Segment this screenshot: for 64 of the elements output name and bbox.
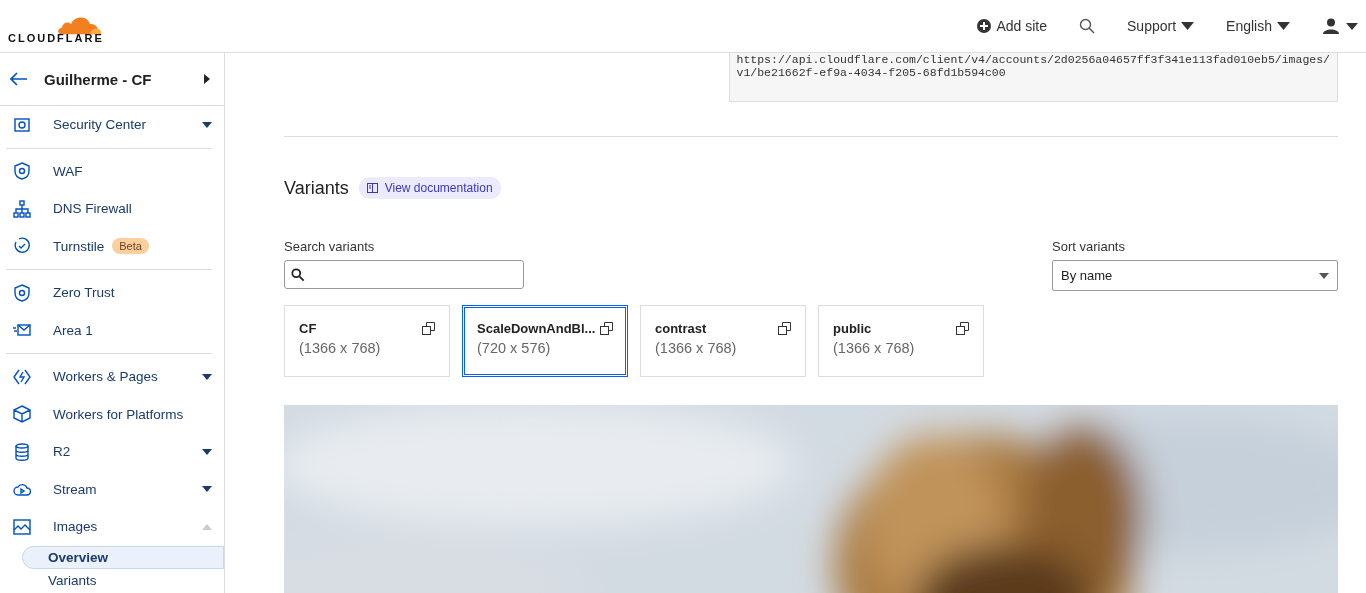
back-arrow-icon[interactable] (10, 72, 28, 86)
variant-card[interactable]: contrast (1366 x 768) (640, 305, 806, 377)
sidebar-item[interactable]: Workers & Pages (6, 358, 212, 396)
sidebar-item[interactable]: Images (6, 508, 212, 546)
caret-icon[interactable] (202, 486, 212, 493)
variant-card[interactable]: ScaleDownAndBl... (720 x 576) (462, 305, 628, 377)
logo-text: CLOUDFLARE (8, 31, 104, 44)
variant-size: (1366 x 768) (655, 340, 738, 356)
caret-icon (1181, 22, 1195, 30)
field-label: Sort variants (1052, 239, 1126, 254)
sidebar-item[interactable]: Stream (6, 470, 212, 508)
caret-icon[interactable] (202, 373, 212, 380)
variant-name: ScaleDownAndBl... (477, 321, 596, 336)
sidebar-item[interactable]: Zero Trust (6, 274, 212, 312)
menu-dropdown[interactable]: English (1226, 18, 1290, 34)
sidebar-item[interactable]: Workers for Platforms (6, 395, 212, 433)
plus-circle-icon (977, 19, 992, 33)
caret-icon[interactable] (202, 448, 212, 455)
add-site-button[interactable]: Add site (977, 18, 1048, 34)
field-label: Search variants (284, 239, 376, 254)
variant-name: contrast (655, 321, 707, 336)
caret-icon (1277, 22, 1290, 30)
account-name[interactable]: Guilherme - CF (44, 70, 188, 88)
copy-icon[interactable] (422, 322, 435, 335)
check-circle-icon (13, 237, 31, 256)
book-icon (366, 183, 378, 193)
variant-size: (720 x 576) (477, 340, 552, 356)
caret-icon[interactable] (202, 121, 212, 128)
bolt-icon (13, 367, 31, 386)
copy-icon[interactable] (600, 322, 613, 335)
image-icon (13, 517, 31, 536)
sort-select[interactable]: By name (1052, 260, 1338, 291)
copy-icon[interactable] (956, 322, 969, 335)
variant-card[interactable]: public (1366 x 768) (818, 305, 984, 377)
database-icon (13, 442, 31, 461)
variant-size: (1366 x 768) (299, 340, 382, 356)
beta-badge: Beta (112, 238, 149, 255)
variant-card[interactable]: CF (1366 x 768) (284, 305, 450, 377)
network-icon (13, 199, 31, 218)
variant-size: (1366 x 768) (833, 340, 916, 356)
sidebar-subitem[interactable]: Variants (22, 568, 224, 592)
cube-icon (13, 405, 31, 424)
section-title: Variants (284, 177, 349, 199)
url-text: https://api.cloudflare.com/client/v4/accounts/2d0256a04657ff3f341e113fad010eb5/images/v1/be21662f-ef9a-4034-f205-68fd1b594c00 (728, 53, 1338, 102)
sidebar-item[interactable]: Area 1 (6, 311, 212, 349)
sidebar-item[interactable]: R2 (6, 433, 212, 471)
view-documentation-link[interactable]: View documentation (358, 177, 501, 199)
caret-icon (1319, 272, 1329, 279)
sidebar-item[interactable]: Turnstile Beta (6, 227, 212, 265)
search-button[interactable] (1079, 18, 1096, 34)
sidebar-item[interactable]: WAF (6, 152, 212, 190)
variant-name: CF (299, 321, 317, 336)
copy-icon[interactable] (778, 322, 791, 335)
caret-icon[interactable] (204, 74, 210, 84)
shield-icon (13, 283, 31, 302)
search-field[interactable] (284, 260, 524, 289)
menu-dropdown[interactable]: Support (1127, 18, 1195, 34)
user-menu-button[interactable] (1322, 18, 1358, 34)
sidebar-item[interactable]: DNS Firewall (6, 190, 212, 228)
sidebar-item[interactable]: Security Center (6, 106, 212, 144)
shield-icon (13, 162, 31, 181)
search-icon (291, 267, 305, 282)
sidebar-subitem[interactable]: Overview (22, 545, 224, 569)
variant-name: public (833, 321, 872, 336)
